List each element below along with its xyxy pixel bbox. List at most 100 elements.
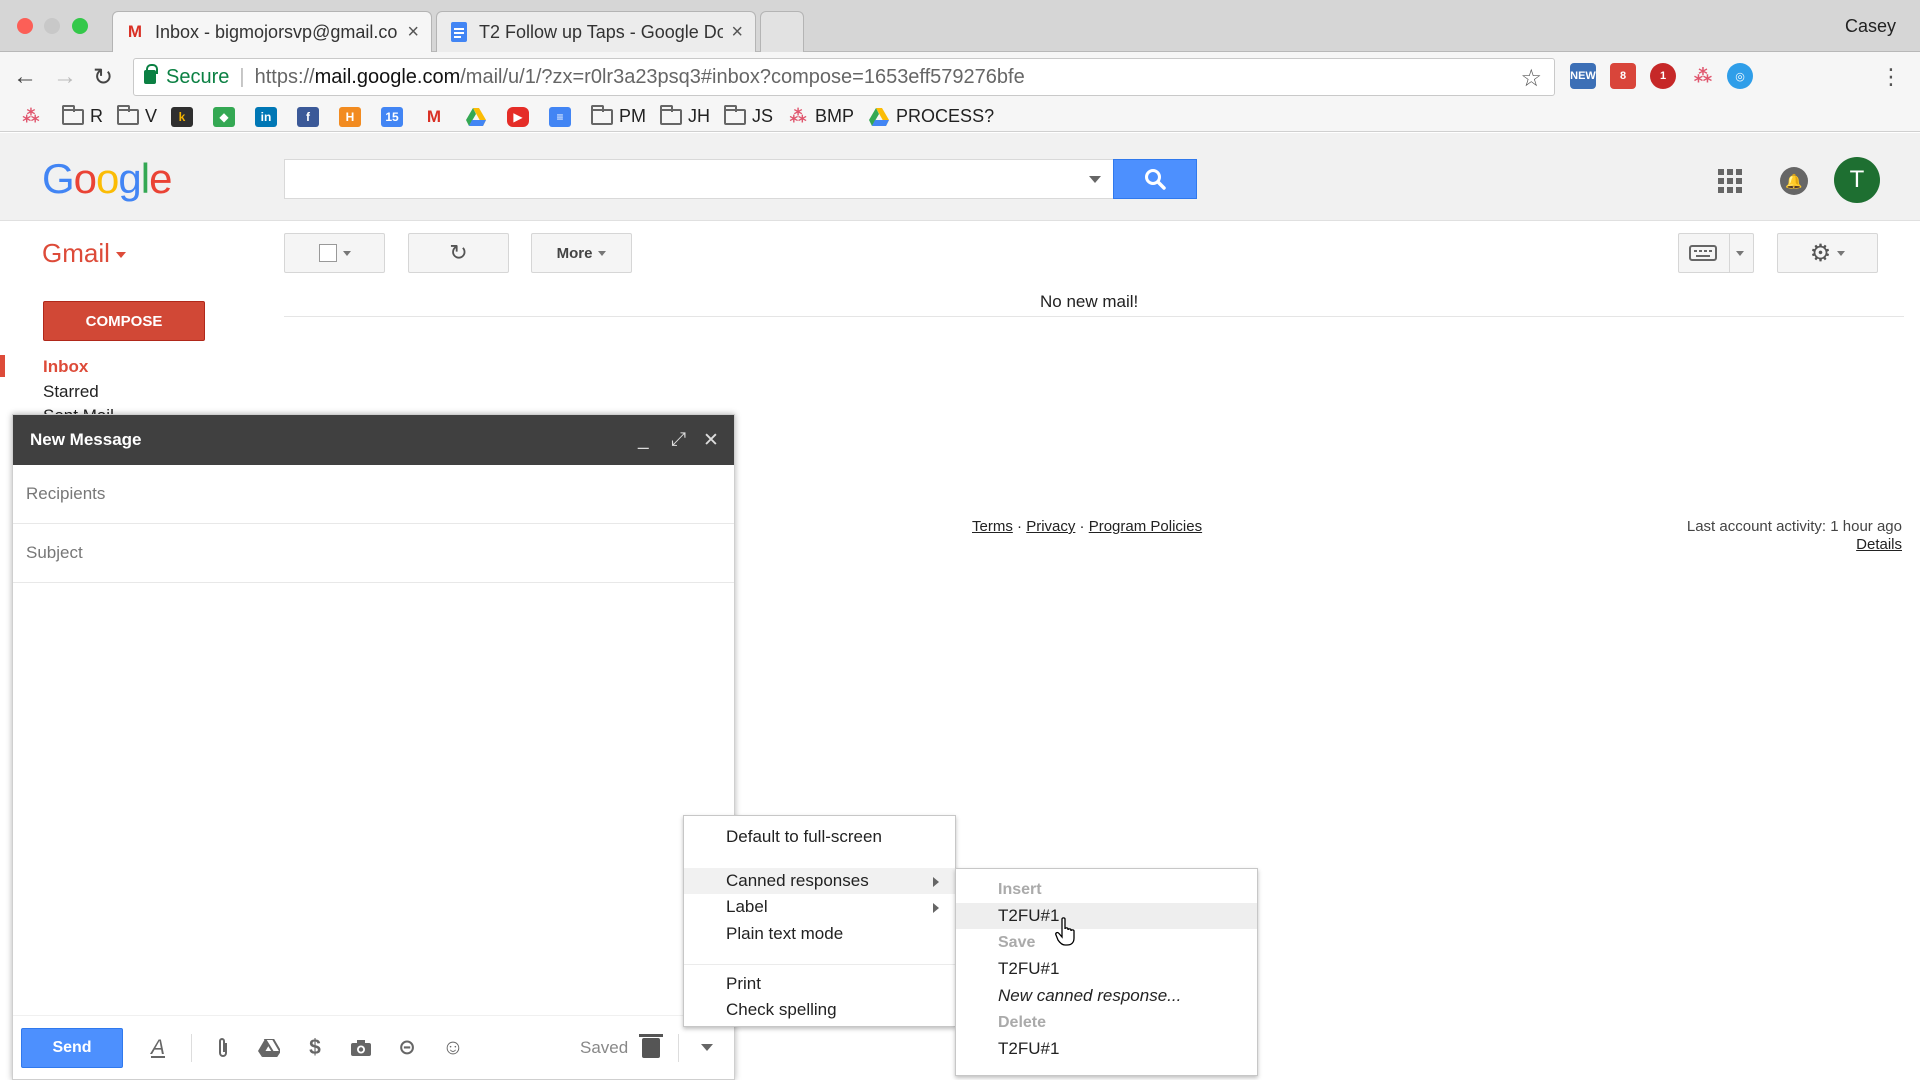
extension-new-icon[interactable]: NEW [1570,63,1596,89]
bookmark-folder-v[interactable]: V [117,104,157,127]
compose-window: New Message _ ⤢ ✕ Recipients Subject Sen… [12,414,735,1080]
recipients-placeholder: Recipients [26,484,106,503]
maximize-window-button[interactable] [72,18,88,34]
avatar[interactable]: T [1834,157,1880,203]
button-divider [1728,234,1730,272]
program-policies-link[interactable]: Program Policies [1089,518,1202,535]
new-canned-response[interactable]: New canned response... [956,983,1257,1009]
close-window-button[interactable] [17,18,33,34]
google-logo[interactable]: Google [42,155,172,203]
message-body[interactable] [13,585,734,1015]
close-icon[interactable]: ✕ [703,429,719,452]
close-tab-icon[interactable]: × [407,21,419,44]
bookmark-gmail[interactable]: M [423,107,451,127]
menu-item-label[interactable]: Label [684,894,955,920]
formatting-options-icon[interactable]: A [143,1033,173,1063]
select-checkbox-dropdown[interactable] [284,233,385,273]
bookmark-folder-js[interactable]: JS [724,104,773,127]
notifications-bell-icon[interactable]: 🔔 [1780,167,1808,195]
more-button[interactable]: More [531,233,632,273]
input-tools-button[interactable] [1678,233,1754,273]
google-drive-icon[interactable] [254,1033,284,1063]
bookmark-youtube[interactable]: ▶ [507,106,535,127]
nav-item-inbox[interactable]: Inbox [43,357,88,377]
details-link[interactable]: Details [1856,536,1902,553]
bookmark-star-icon[interactable]: ☆ [1520,64,1542,93]
tab-title: Inbox - bigmojorsvp@gmail.co [155,21,398,42]
extension-compass-icon[interactable]: ◎ [1727,63,1753,89]
tab-docs[interactable]: T2 Follow up Taps - Google Do × [436,11,756,52]
send-button[interactable]: Send [21,1027,123,1068]
recipients-field[interactable]: Recipients [13,465,734,524]
menu-item-label-text: Label [726,897,768,916]
bookmark-linkedin[interactable]: in [255,106,283,127]
minimize-icon[interactable]: _ [638,429,649,451]
footer-separator: · [1075,518,1089,535]
compose-button[interactable]: COMPOSE [43,301,205,341]
bookmark-docs[interactable]: ≡ [549,106,577,127]
bookmark-maps[interactable]: ◆ [213,106,241,127]
tab-title: T2 Follow up Taps - Google Do [479,21,724,42]
menu-item-print[interactable]: Print [684,971,955,997]
delete-response-t2fu1[interactable]: T2FU#1 [956,1036,1257,1062]
privacy-link[interactable]: Privacy [1026,518,1075,535]
browser-toolbar: ← → ↻ Secure | https://mail.google.com/m… [0,52,1920,102]
tab-inbox[interactable]: M Inbox - bigmojorsvp@gmail.co × [112,11,432,52]
insert-link-icon[interactable]: ⊝ [392,1033,422,1063]
compose-header[interactable]: New Message _ ⤢ ✕ [13,415,734,465]
send-money-icon[interactable]: $ [300,1033,330,1063]
new-tab-button[interactable] [760,11,804,52]
save-response-t2fu1[interactable]: T2FU#1 [956,956,1257,982]
bookmark-h[interactable]: H [339,106,367,127]
bookmark-folder-pm[interactable]: PM [591,104,647,127]
bookmark-folder-jh[interactable]: JH [660,104,710,127]
terms-link[interactable]: Terms [972,518,1013,535]
back-icon[interactable]: ← [10,62,40,92]
insert-response-t2fu1[interactable]: T2FU#1 [956,903,1257,929]
discard-draft-icon[interactable] [639,1033,664,1058]
settings-button[interactable]: ⚙ [1777,233,1878,273]
bookmark-bmp[interactable]: ⁂ BMP [787,106,854,127]
bookmark-facebook[interactable]: f [297,106,325,127]
subject-field[interactable]: Subject [13,524,734,583]
forward-icon[interactable]: → [50,62,80,92]
bookmark-calendar[interactable]: 15 [381,106,409,127]
menu-item-canned-responses[interactable]: Canned responses [684,868,955,894]
url-host: mail.google.com [314,65,461,88]
search-options-dropdown-icon[interactable] [1089,176,1101,183]
profile-name[interactable]: Casey [1845,16,1896,37]
gmail-app-switcher[interactable]: Gmail [42,238,126,269]
bookmark-folder-r[interactable]: R [62,104,103,127]
refresh-button[interactable]: ↻ [408,233,509,273]
search-button[interactable] [1113,159,1197,199]
attach-files-icon[interactable] [208,1033,238,1063]
asana-icon: ⁂ [789,106,807,126]
bookmark-asana[interactable]: ⁂ [20,107,48,127]
extension-adblock-icon[interactable]: 1 [1650,63,1676,89]
insert-photo-icon[interactable] [346,1033,376,1063]
menu-item-check-spelling[interactable]: Check spelling [684,997,955,1023]
bookmark-label: PM [619,106,647,126]
extension-calendar-icon[interactable]: 8 [1610,63,1636,89]
docs-icon: ≡ [549,106,572,127]
reload-icon[interactable]: ↻ [88,62,118,92]
expand-icon[interactable]: ⤢ [671,429,686,451]
apps-grid-icon[interactable] [1718,169,1742,193]
bookmark-k[interactable]: k [171,106,199,127]
toolbar-divider [191,1033,192,1062]
menu-item-plain-text-mode[interactable]: Plain text mode [684,921,955,947]
insert-emoji-icon[interactable]: ☺ [438,1033,468,1063]
nav-item-starred[interactable]: Starred [43,382,99,402]
more-options-dropdown-icon[interactable] [701,1044,714,1051]
chrome-menu-icon[interactable]: ⋮ [1880,64,1902,90]
menu-item-default-fullscreen[interactable]: Default to full-screen [684,824,955,850]
bookmark-process[interactable]: PROCESS? [868,106,994,127]
bookmark-drive[interactable] [465,107,493,127]
search-input[interactable] [284,159,1114,199]
chevron-down-icon[interactable] [1735,250,1744,256]
drive-icon [465,107,487,127]
close-tab-icon[interactable]: × [731,21,743,44]
asana-icon[interactable]: ⁂ [1690,63,1716,89]
address-bar[interactable]: Secure | https://mail.google.com/mail/u/… [133,58,1555,96]
minimize-window-button[interactable] [44,18,60,34]
